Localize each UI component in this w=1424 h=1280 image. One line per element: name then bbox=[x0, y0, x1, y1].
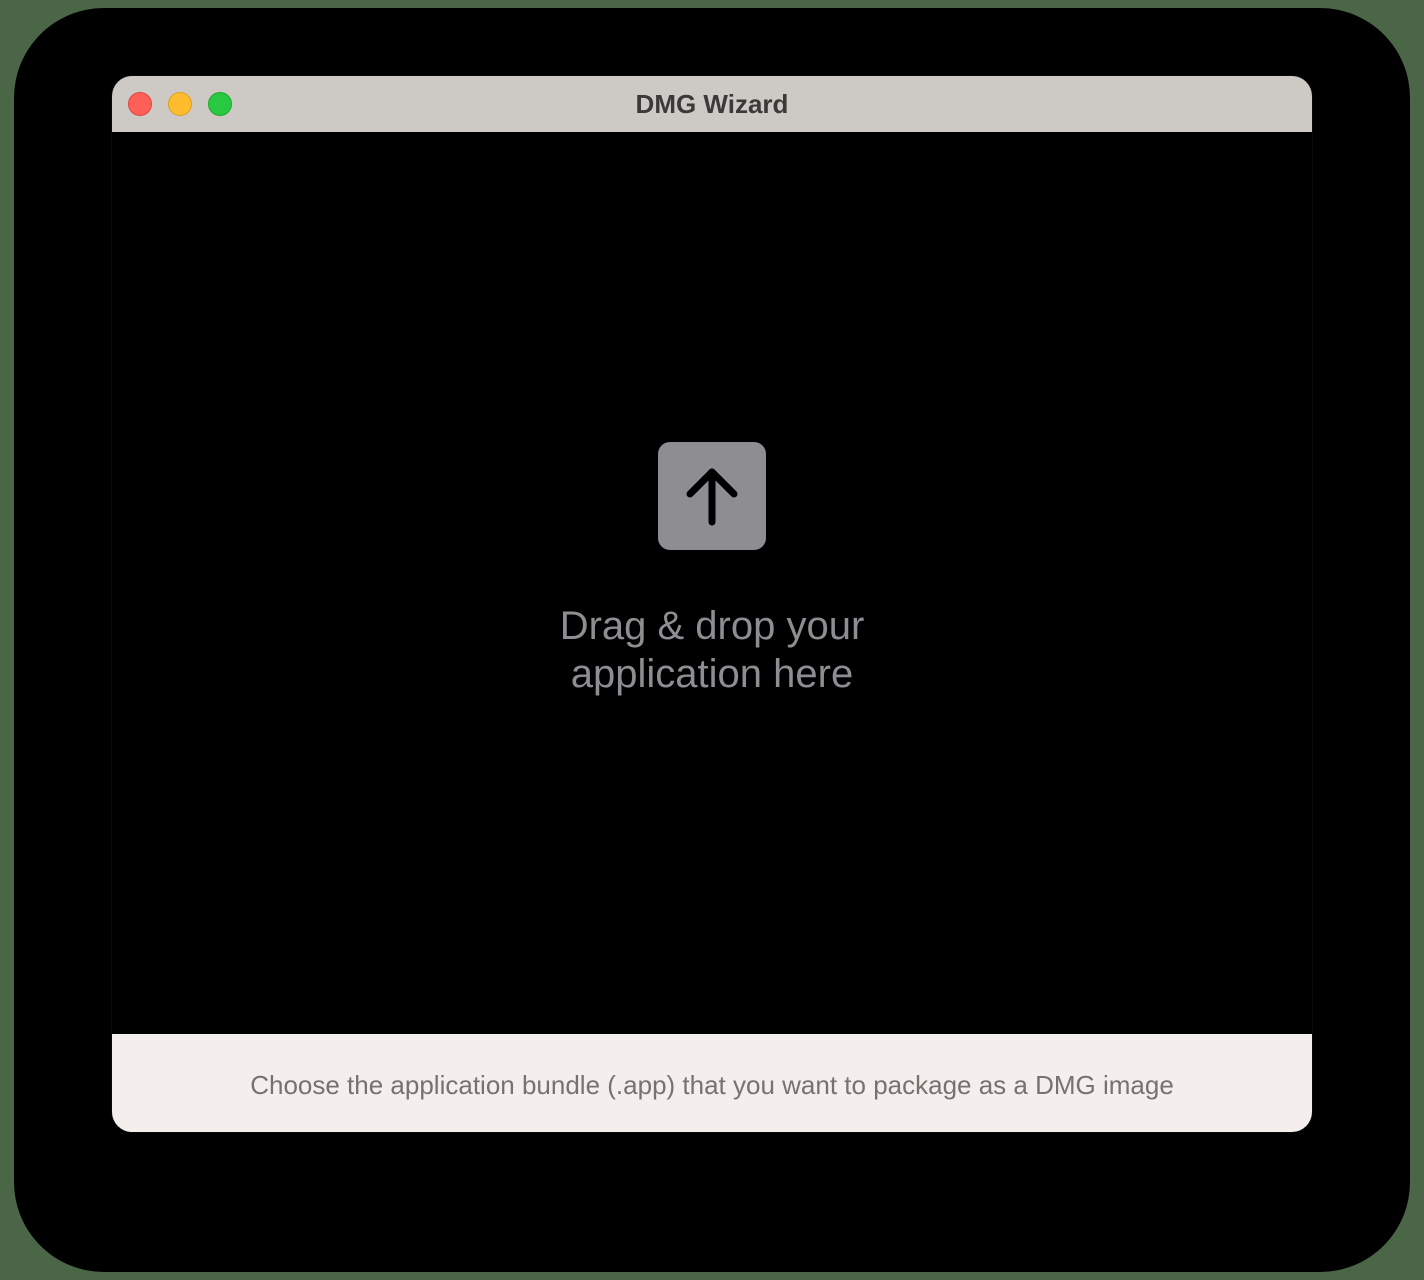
drop-instructions-line2: application here bbox=[570, 652, 854, 696]
title-bar[interactable]: DMG Wizard bbox=[112, 76, 1312, 132]
upload-arrow-icon bbox=[658, 442, 766, 550]
app-drop-zone[interactable]: Drag & drop your application here bbox=[112, 132, 1312, 1034]
footer-bar: Choose the application bundle (.app) tha… bbox=[112, 1034, 1312, 1132]
footer-hint: Choose the application bundle (.app) tha… bbox=[250, 1070, 1174, 1100]
drop-instructions-line1: Drag & drop your bbox=[559, 604, 865, 648]
window-title: DMG Wizard bbox=[635, 89, 789, 119]
drop-instructions: Drag & drop your application here bbox=[462, 602, 962, 698]
app-window: DMG Wizard Drag & drop your application … bbox=[112, 76, 1312, 1132]
